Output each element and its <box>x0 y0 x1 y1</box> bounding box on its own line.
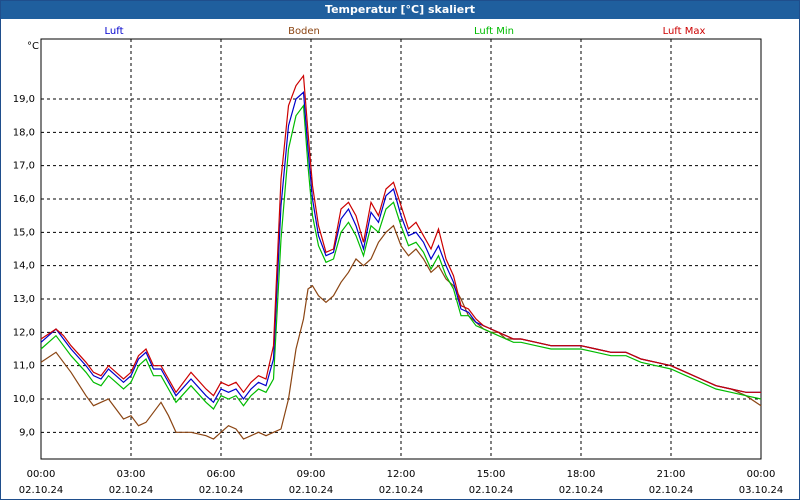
legend-item-boden: Boden <box>288 26 320 37</box>
grid-lines <box>41 39 761 459</box>
legend-item-luft-min: Luft Min <box>474 26 514 37</box>
temperature-chart: 9,0 10,0 11,0 12,0 13,0 14,0 15,0 16,0 17,0 18,0 1… <box>13 26 784 496</box>
x-tick-time: 18:00 <box>567 469 596 480</box>
x-axis-ticks: 00:00 02.10.24 03:00 02.10.24 06:00 02.10.24 0… <box>19 469 784 496</box>
x-tick-date: 02.10.24 <box>289 485 334 496</box>
y-tick-label: 17,0 <box>13 161 35 172</box>
y-tick-label: 18,0 <box>13 127 35 138</box>
x-tick-time: 03:00 <box>117 469 146 480</box>
legend-item-luft-max: Luft Max <box>663 26 706 37</box>
legend-item-luft: Luft <box>105 26 124 37</box>
x-tick-date: 03.10.24 <box>739 485 784 496</box>
y-tick-label: 12,0 <box>13 327 35 338</box>
x-tick-date: 02.10.24 <box>649 485 694 496</box>
y-axis-unit-label: °C <box>27 41 39 52</box>
x-tick-date: 02.10.24 <box>19 485 64 496</box>
y-tick-label: 14,0 <box>13 261 35 272</box>
legend: Luft Boden Luft Min Luft Max <box>105 26 706 37</box>
x-tick-date: 02.10.24 <box>469 485 514 496</box>
y-tick-label: 11,0 <box>13 361 35 372</box>
x-tick-time: 09:00 <box>297 469 326 480</box>
y-tick-label: 15,0 <box>13 227 35 238</box>
x-tick-date: 02.10.24 <box>379 485 424 496</box>
y-axis-ticks: 9,0 10,0 11,0 12,0 13,0 14,0 15,0 16,0 17,0 18,0 1… <box>13 94 35 438</box>
y-tick-label: 9,0 <box>19 427 35 438</box>
x-tick-time: 00:00 <box>747 469 776 480</box>
chart-window: Temperatur [°C] skaliert 9,0 10,0 11,0 12,0… <box>0 0 800 500</box>
y-tick-label: 16,0 <box>13 194 35 205</box>
x-tick-date: 02.10.24 <box>199 485 244 496</box>
x-tick-time: 21:00 <box>657 469 686 480</box>
y-tick-label: 10,0 <box>13 394 35 405</box>
x-tick-time: 00:00 <box>27 469 56 480</box>
x-tick-time: 06:00 <box>207 469 236 480</box>
x-tick-date: 02.10.24 <box>109 485 154 496</box>
x-tick-time: 12:00 <box>387 469 416 480</box>
y-tick-label: 19,0 <box>13 94 35 105</box>
x-tick-time: 15:00 <box>477 469 506 480</box>
y-tick-label: 13,0 <box>13 294 35 305</box>
x-tick-date: 02.10.24 <box>559 485 604 496</box>
